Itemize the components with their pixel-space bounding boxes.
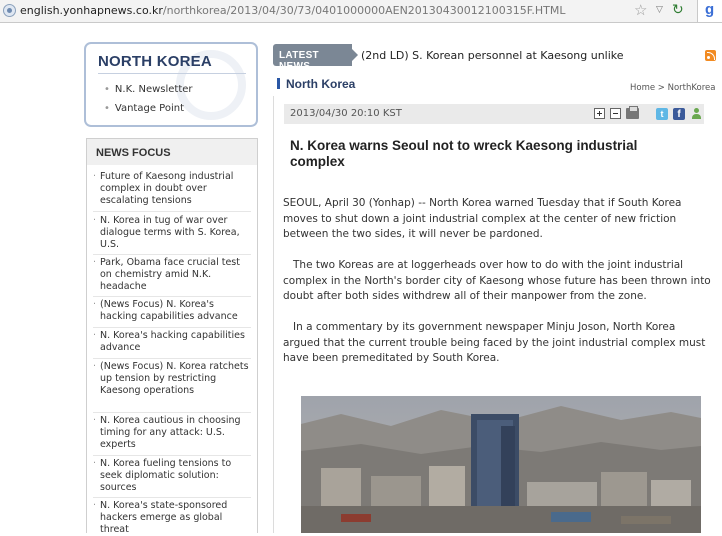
news-focus-link[interactable]: N. Korea fueling tensions to seek diplom… [100, 458, 251, 494]
news-focus-item[interactable]: · (News Focus) N. Korea ratchets up tensi… [93, 361, 251, 397]
reload-icon[interactable]: ↻ [672, 1, 684, 19]
section-header: North Korea Home > NorthKorea [273, 70, 722, 97]
latest-news-label-text: LATEST NEWS [279, 50, 319, 72]
divider [93, 412, 251, 413]
article-paragraph: In a commentary by its government newspa… [283, 321, 709, 364]
article-photo[interactable] [301, 396, 701, 533]
divider [93, 497, 251, 498]
news-focus-link[interactable]: Park, Obama face crucial test on chemist… [100, 257, 251, 293]
star-icon[interactable]: ☆ [634, 1, 647, 19]
breadcrumb[interactable]: Home > NorthKorea [630, 83, 716, 93]
news-focus-header: NEWS FOCUS [87, 139, 257, 165]
latest-news-headline[interactable]: (2nd LD) S. Korean personnel at Kaesong … [361, 49, 624, 62]
url-host: english.yonhapnews.co.kr [20, 4, 163, 17]
article-title: N. Korea warns Seoul not to wreck Kaeson… [290, 138, 638, 169]
nav-box-title: NORTH KOREA [98, 53, 212, 70]
news-focus-panel: NEWS FOCUS · Future of Kaesong industrial… [86, 138, 258, 536]
divider [93, 296, 251, 297]
latest-news-label: LATEST NEWS [273, 44, 358, 72]
article-paragraph: The two Koreas are at loggerheads over h… [283, 259, 715, 302]
news-focus-item[interactable]: · Park, Obama face crucial test on chemis… [93, 257, 251, 293]
section-marker [277, 78, 280, 89]
news-focus-item[interactable]: · N. Korea fueling tensions to seek diplo… [93, 458, 251, 494]
news-focus-item[interactable]: · N. Korea in tug of war over dialogue te… [93, 215, 251, 251]
news-focus-item[interactable]: · Future of Kaesong industrial complex in… [93, 171, 251, 207]
user-icon[interactable] [691, 108, 702, 120]
news-focus-item[interactable]: · N. Korea cautious in choosing timing fo… [93, 415, 251, 451]
print-icon[interactable] [626, 106, 639, 119]
news-focus-heading: NEWS FOCUS [96, 147, 171, 159]
divider [93, 327, 251, 328]
twitter-icon[interactable]: t [656, 108, 668, 120]
divider [93, 254, 251, 255]
section-title: North Korea [286, 77, 356, 91]
news-focus-link[interactable]: (News Focus) N. Korea ratchets up tensio… [100, 361, 251, 397]
favicon-icon [3, 4, 16, 17]
dropdown-icon[interactable]: ▽ [656, 5, 663, 15]
nav-item-label: Vantage Point [114, 103, 184, 114]
news-focus-item[interactable]: · (News Focus) N. Korea's hacking capabil… [93, 299, 251, 323]
news-focus-link[interactable]: (News Focus) N. Korea's hacking capabili… [100, 299, 251, 323]
news-focus-link[interactable]: Future of Kaesong industrial complex in … [100, 171, 251, 207]
google-logo: g [705, 1, 715, 18]
news-focus-item[interactable]: · N. Korea's hacking capabilities advance [93, 330, 251, 354]
news-focus-link[interactable]: N. Korea cautious in choosing timing for… [100, 415, 251, 451]
nav-item-label: N.K. Newsletter [114, 84, 193, 95]
article-panel: 2013/04/30 20:10 KST t f N. Korea warns … [273, 96, 722, 533]
article-paragraph: SEOUL, April 30 (Yonhap) -- North Korea … [283, 197, 682, 240]
zoom-out-icon[interactable] [610, 108, 621, 119]
latest-news-bar: LATEST NEWS (2nd LD) S. Korean personnel… [273, 44, 722, 72]
browser-address-bar: english.yonhapnews.co.kr/northkorea/2013… [0, 0, 722, 23]
search-engine-box[interactable]: g [697, 0, 722, 22]
zoom-in-icon[interactable] [594, 108, 605, 119]
north-korea-nav-box: NORTH KOREA • N.K. Newsletter • Vantage Po… [84, 42, 258, 127]
divider [93, 455, 251, 456]
facebook-icon[interactable]: f [673, 108, 685, 120]
news-focus-link[interactable]: N. Korea's state-sponsored hackers emerg… [100, 500, 251, 536]
news-focus-link[interactable]: N. Korea's hacking capabilities advance [100, 330, 251, 354]
url-field[interactable]: english.yonhapnews.co.kr/northkorea/2013… [20, 4, 565, 17]
nav-item-vantage-point[interactable]: • Vantage Point [104, 103, 184, 114]
article-toolbar: 2013/04/30 20:10 KST t f [284, 104, 704, 124]
divider [98, 73, 246, 74]
rss-icon[interactable] [705, 50, 716, 61]
divider [93, 211, 251, 212]
article-datetime: 2013/04/30 20:10 KST [290, 108, 402, 119]
url-path: /northkorea/2013/04/30/73/0401000000AEN2… [162, 4, 566, 17]
news-focus-link[interactable]: N. Korea in tug of war over dialogue ter… [100, 215, 251, 251]
kaesong-city-photo [301, 396, 701, 533]
divider [93, 358, 251, 359]
nav-item-newsletter[interactable]: • N.K. Newsletter [104, 84, 193, 95]
news-focus-item[interactable]: · N. Korea's state-sponsored hackers emer… [93, 500, 251, 536]
